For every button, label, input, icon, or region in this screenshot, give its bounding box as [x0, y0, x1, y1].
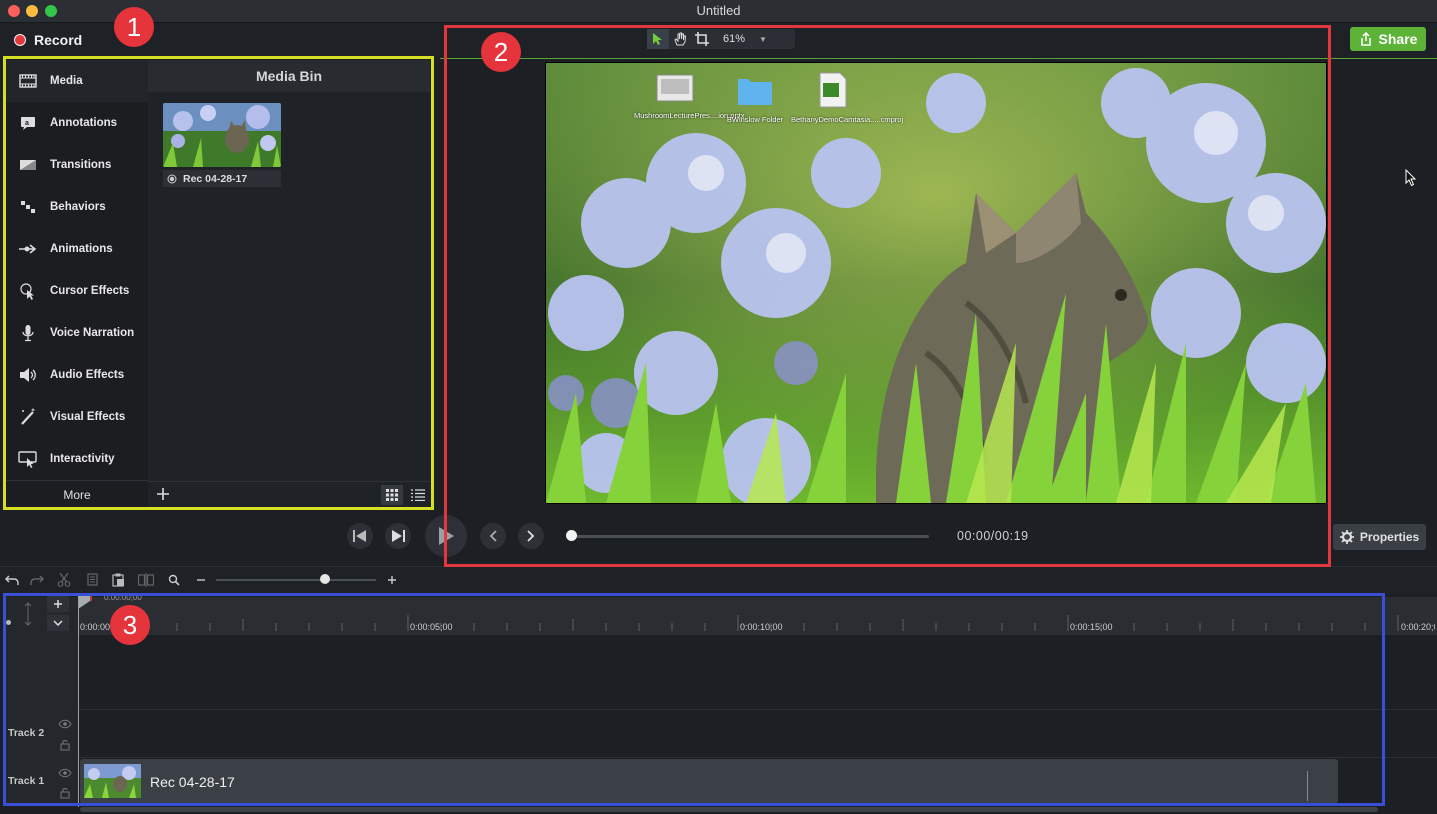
mouse-pointer-icon [1405, 169, 1417, 187]
properties-label: Properties [1359, 530, 1420, 544]
window-title: Untitled [696, 3, 741, 18]
share-label: Share [1378, 31, 1418, 47]
paste-button[interactable] [110, 572, 126, 588]
step-forward-button[interactable] [385, 523, 411, 549]
zoom-timeline-icon [166, 572, 182, 588]
split-icon [138, 573, 154, 587]
redo-icon [30, 575, 44, 585]
step-forward-icon [392, 530, 405, 542]
zoom-out-button[interactable] [193, 572, 209, 588]
callout-badge-2: 2 [481, 32, 521, 72]
record-label: Record [34, 32, 83, 48]
share-button[interactable]: Share [1350, 27, 1426, 51]
undo-button[interactable] [4, 572, 20, 588]
redo-button[interactable] [29, 572, 45, 588]
record-button[interactable]: Record [14, 31, 82, 49]
timeline-zoom-handle[interactable] [320, 574, 330, 584]
tick-label-20: 0:00:20;00 [1401, 622, 1435, 632]
plus-icon [388, 576, 396, 584]
callout-badge-3: 3 [110, 605, 150, 645]
callout-box-3 [3, 593, 1385, 806]
cut-button[interactable] [56, 572, 72, 588]
step-back-icon [353, 530, 366, 542]
callout-badge-1: 1 [114, 7, 154, 47]
timeline-zoom-slider[interactable] [216, 579, 376, 581]
callout-box-2 [444, 25, 1331, 567]
callout-box-1 [3, 56, 434, 510]
copy-icon [87, 573, 98, 586]
scissors-icon [57, 573, 71, 587]
minus-icon [197, 579, 205, 581]
copy-button[interactable] [84, 572, 100, 588]
timeline-scrollbar[interactable] [80, 807, 1378, 812]
title-bar: Untitled [0, 0, 1437, 23]
split-button[interactable] [138, 572, 154, 588]
gear-icon [1339, 530, 1354, 544]
properties-button[interactable]: Properties [1333, 524, 1426, 550]
record-icon [14, 34, 26, 46]
zoom-in-button[interactable] [384, 572, 400, 588]
step-back-button[interactable] [347, 523, 373, 549]
paste-icon [112, 573, 124, 587]
share-icon [1360, 32, 1371, 46]
undo-icon [5, 575, 19, 585]
magnifier-icon [168, 574, 180, 586]
